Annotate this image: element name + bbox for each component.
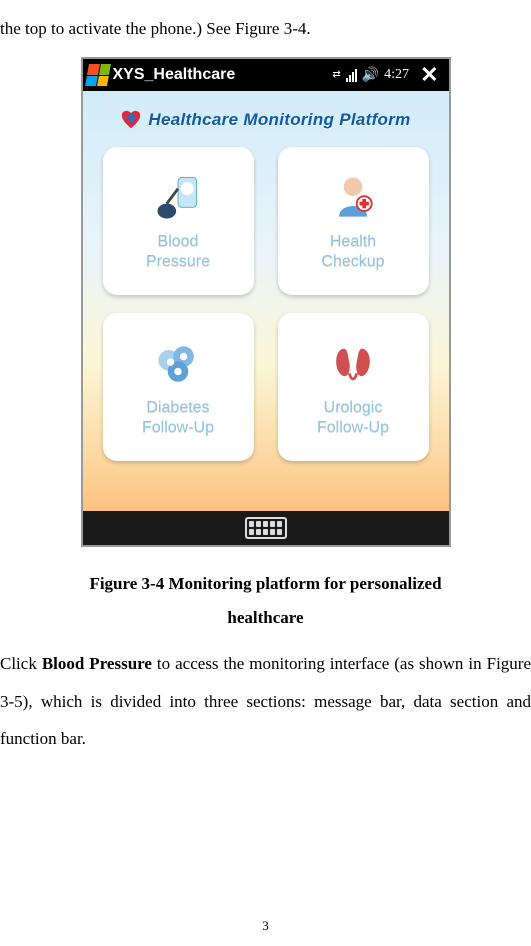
- tile-health-checkup[interactable]: Health Checkup: [278, 147, 429, 295]
- speaker-icon: 🔊: [362, 67, 379, 84]
- platform-banner: Healthcare Monitoring Platform: [97, 109, 435, 131]
- body-paragraph: Click Blood Pressure to access the monit…: [0, 645, 531, 757]
- blood-pressure-icon: [150, 170, 206, 226]
- diabetes-icon: [150, 336, 206, 392]
- data-sync-icon: ⇄: [332, 72, 340, 78]
- figure-caption: Figure 3-4 Monitoring platform for perso…: [0, 567, 531, 635]
- clock-time: 4:27: [384, 67, 409, 83]
- banner-text: Healthcare Monitoring Platform: [148, 110, 410, 130]
- bottom-bar: [83, 511, 449, 545]
- tile-label: Urologic Follow-Up: [317, 398, 389, 438]
- tile-label: Diabetes Follow-Up: [142, 398, 214, 438]
- status-bar: XYS_Healthcare ⇄ 🔊 4:27 ✕: [83, 59, 449, 91]
- signal-icon: [346, 68, 357, 82]
- status-icons: ⇄ 🔊 4:27 ✕: [332, 62, 444, 88]
- tile-blood-pressure[interactable]: Blood Pressure: [103, 147, 254, 295]
- close-icon[interactable]: ✕: [414, 62, 444, 88]
- app-title: XYS_Healthcare: [113, 66, 329, 84]
- page-number: 3: [0, 918, 531, 934]
- tile-label: Blood Pressure: [146, 232, 210, 272]
- app-body: Healthcare Monitoring Platform Blood: [83, 91, 449, 511]
- heart-cross-icon: [120, 109, 142, 131]
- bold-blood-pressure: Blood Pressure: [42, 654, 152, 673]
- health-checkup-icon: [325, 170, 381, 226]
- body-text-top: the top to activate the phone.) See Figu…: [0, 10, 531, 47]
- windows-logo-icon: [85, 64, 111, 86]
- tile-urologic-followup[interactable]: Urologic Follow-Up: [278, 313, 429, 461]
- phone-screenshot: XYS_Healthcare ⇄ 🔊 4:27 ✕: [81, 57, 451, 547]
- tile-label: Health Checkup: [321, 232, 384, 272]
- tile-diabetes-followup[interactable]: Diabetes Follow-Up: [103, 313, 254, 461]
- urologic-icon: [325, 336, 381, 392]
- tiles-grid: Blood Pressure: [97, 147, 435, 461]
- keyboard-icon[interactable]: [245, 517, 287, 539]
